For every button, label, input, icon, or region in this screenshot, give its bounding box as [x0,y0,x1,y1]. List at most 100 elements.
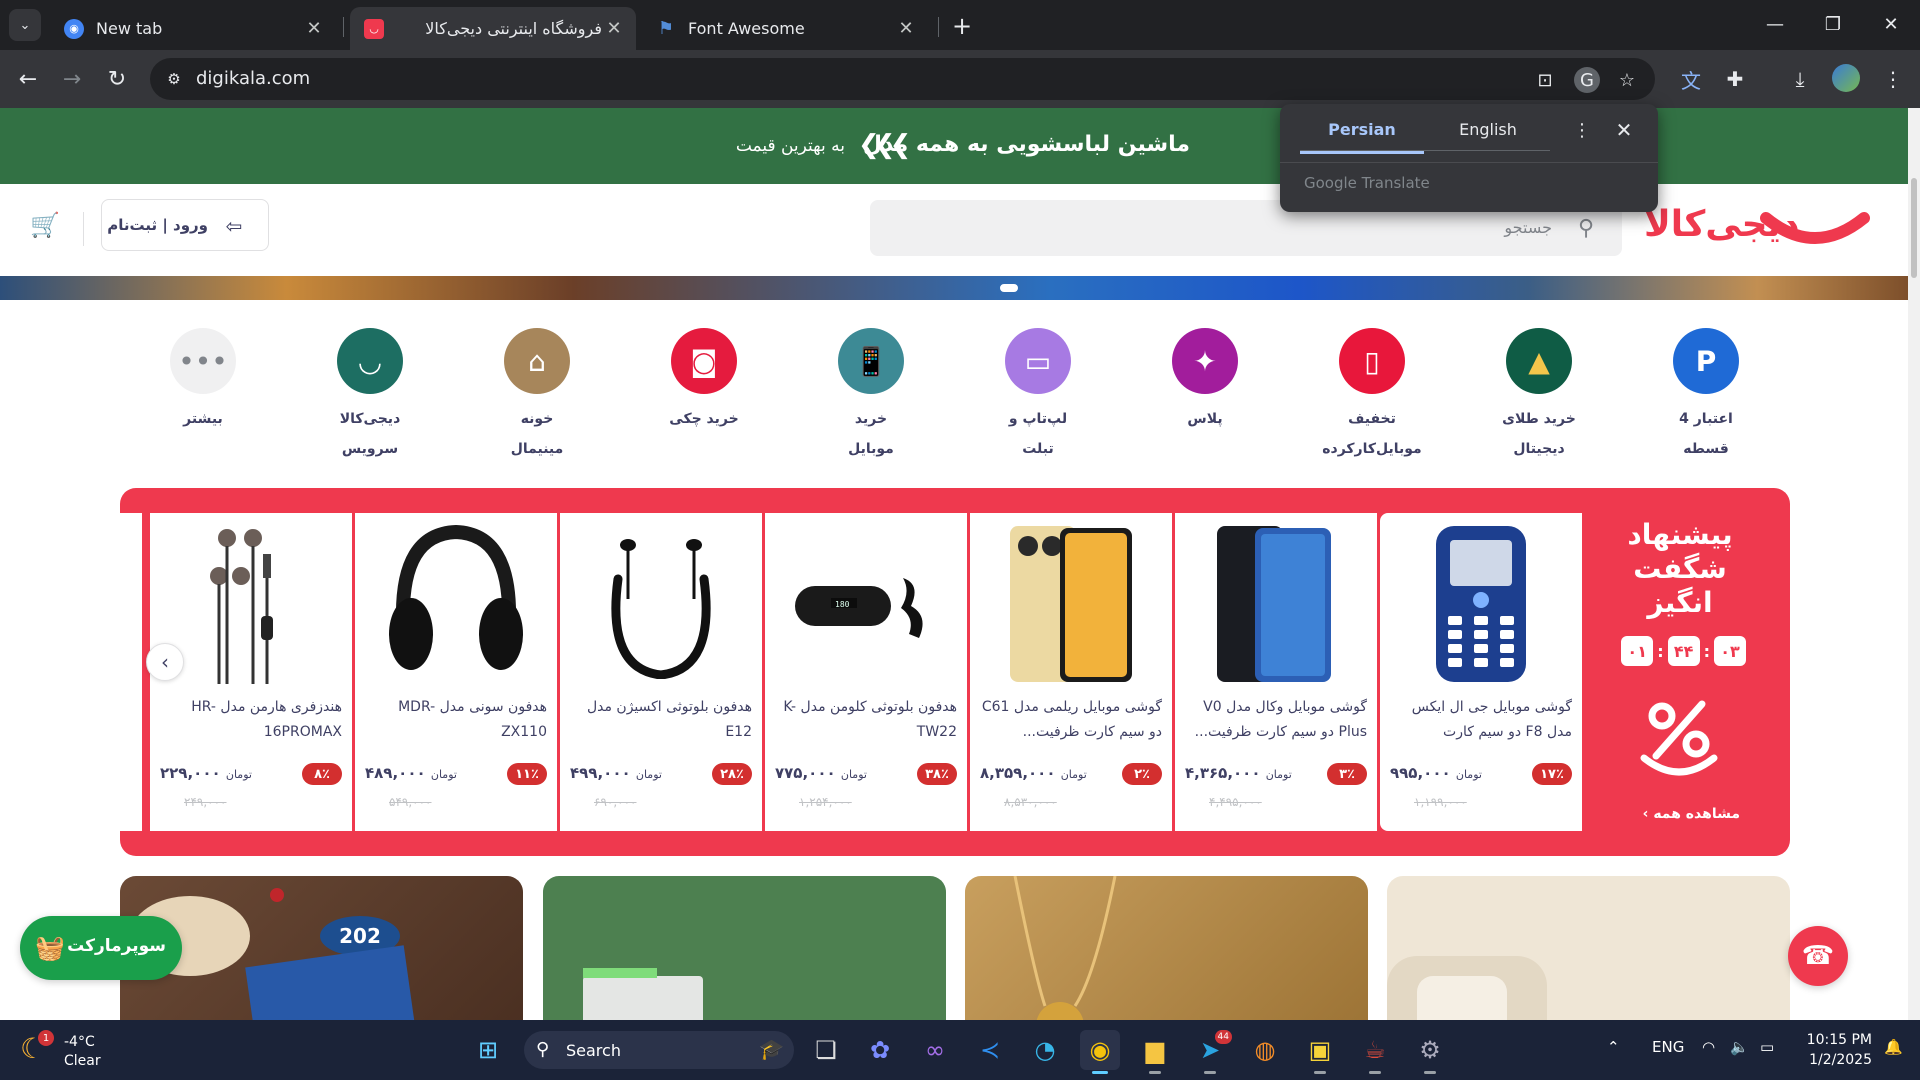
smartphone-black-image [1195,523,1357,685]
tab-font-awesome[interactable]: ⚑ Font Awesome ✕ [642,7,928,50]
product-card[interactable]: گوشی موبایل جی ال ایکس مدل F8 دو سیم کار… [1380,513,1582,831]
category-label: خرید طلای [1502,411,1576,427]
browser-toolbar: ← → ↻ ⚙ digikala.com ⊡ G ☆ 文 ✚ ⤓ ⋮ [0,50,1920,108]
translate-page-icon[interactable]: G [1574,67,1600,93]
language-indicator[interactable]: ENG [1652,1038,1684,1056]
category-plus[interactable]: ✦ پلاس [1135,328,1275,434]
more-dots-icon: ••• [170,328,236,394]
product-name: گوشی موبایل ریلمی مدل C61 دو سیم کارت ظر… [981,699,1162,740]
close-window-button[interactable]: ✕ [1868,8,1914,40]
category-minimal-home[interactable]: ⌂ خونه مینیمال [467,328,607,464]
menu-kebab-icon[interactable]: ⋮ [1878,64,1908,94]
address-bar[interactable]: ⚙ digikala.com ⊡ G ☆ [150,58,1655,100]
visual-studio-icon[interactable]: ∞ [915,1030,955,1070]
settings-gear-icon[interactable]: ⚙ [1410,1030,1450,1074]
new-tab-button[interactable]: + [948,12,976,40]
task-view-icon[interactable]: ❏ [806,1030,846,1070]
url-text[interactable]: digikala.com [196,68,310,89]
old-price: ۵۴۹,۰۰۰ [389,795,432,809]
copilot-icon[interactable]: ✿ [860,1030,900,1070]
product-card[interactable]: هدفون سونی مدل MDR-ZX110 ۱۱٪ ۴۸۹,۰۰۰ توم… [355,513,557,831]
category-used-phones[interactable]: ▯ تخفیف موبایل‌کارکرده [1302,328,1442,464]
source-language-tab[interactable]: Persian [1300,120,1424,154]
jetbrains-icon[interactable]: ▣ [1300,1030,1340,1074]
supermarket-label: سوپرمارکت [67,936,166,956]
timer-seconds: ۰۱ [1621,636,1654,666]
download-icon[interactable]: ⤓ [1785,64,1815,94]
carousel-prev-arrow[interactable]: ‹ [146,643,184,681]
product-card[interactable]: هدفون بلوتوثی اکسیژن مدل E12 ۲۸٪ ۴۹۹,۰۰۰… [560,513,762,831]
weather-condition: Clear [64,1053,101,1069]
more-options-icon[interactable]: ⋮ [1570,118,1594,142]
reload-button[interactable]: ↻ [101,63,133,95]
tab-new-tab[interactable]: ◉ New tab ✕ [50,7,336,50]
file-explorer-icon[interactable]: ▆ [1135,1030,1175,1074]
jewelry-banner[interactable] [965,876,1368,1020]
vscode-icon[interactable]: ≺ [970,1030,1010,1070]
slider-active-dot[interactable] [1000,284,1018,292]
close-icon[interactable]: ✕ [1612,118,1636,142]
product-card-partial[interactable] [120,513,142,831]
discount-badge: ۸٪ [302,763,342,785]
digikala-logo[interactable]: دیجی‌کالا [1640,202,1892,258]
restore-button[interactable]: ❐ [1810,8,1856,40]
close-tab-icon[interactable]: ✕ [894,17,918,41]
product-card[interactable]: گوشی موبایل ریلمی مدل C61 دو سیم کارت ظر… [970,513,1172,831]
smartphone-gold-image [990,523,1152,685]
extensions-puzzle-icon[interactable]: ✚ [1720,64,1750,94]
close-tab-icon[interactable]: ✕ [302,17,326,41]
hero-slider-strip[interactable] [0,276,1910,300]
basket-icon: 🧺 [35,934,65,962]
edge-icon[interactable]: ◔ [1025,1030,1065,1070]
search-icon: ⚲ [1577,215,1595,241]
old-price: ۴,۴۹۵,۰۰۰ [1209,795,1262,809]
bookmark-star-icon[interactable]: ☆ [1614,67,1640,93]
category-more[interactable]: ••• بیشتر [133,328,273,434]
cart-icon[interactable]: 🛒 [28,208,62,242]
battery-icon[interactable]: ▭ [1760,1038,1774,1056]
site-info-icon[interactable]: ⚙ [162,67,186,91]
login-button[interactable]: ⇦ ورود | ثبت‌نام [101,199,269,251]
chrome-icon[interactable]: ◉ [1080,1030,1120,1074]
appliance-banner[interactable] [543,876,946,1020]
product-card[interactable]: 180 هدفون بلوتوثی کلومن مدل K-TW22 ۳۸٪ ۷… [765,513,967,831]
tab-search-button[interactable]: ⌄ [9,9,41,41]
category-installment-credit[interactable]: 𝗣 اعتبار 4 قسطه [1636,328,1776,464]
support-headset-icon[interactable]: ☎ [1788,926,1848,986]
forward-button[interactable]: → [56,63,88,95]
furniture-banner[interactable] [1387,876,1790,1020]
scrollbar-thumb[interactable] [1911,178,1917,278]
page-scrollbar[interactable] [1908,108,1920,1020]
java-icon[interactable]: ☕ [1355,1030,1395,1074]
google-translate-brand: Google Translate [1304,174,1430,192]
close-tab-icon[interactable]: ✕ [602,17,626,41]
category-digikala-service[interactable]: ◡ دیجی‌کالا سرویس [300,328,440,464]
category-digital-gold[interactable]: ▲ خرید طلای دیجیتال [1469,328,1609,464]
google-translate-extension-icon[interactable]: 文 [1676,64,1706,94]
category-buy-mobile[interactable]: 📱 خرید موبایل [801,328,941,464]
telegram-icon[interactable]: ➤ 44 [1190,1030,1232,1074]
tray-chevron-icon[interactable]: ⌃ [1607,1038,1620,1056]
category-laptop-tablet[interactable]: ▭ لپ‌تاپ و تبلت [968,328,1108,464]
firefox-icon[interactable]: ◍ [1245,1030,1285,1070]
minimize-button[interactable]: — [1752,8,1798,40]
product-price: ۹۹۵,۰۰۰ تومان [1390,764,1482,782]
clock[interactable]: 10:15 PM 1/2/2025 [1800,1030,1872,1070]
category-label: خرید [854,411,888,427]
volume-icon[interactable]: 🔈 [1730,1038,1749,1056]
notification-bell-icon[interactable]: 🔔 [1884,1038,1903,1056]
install-app-icon[interactable]: ⊡ [1532,67,1558,93]
taskbar-search[interactable]: ⚲ Search 🎓 [524,1031,794,1069]
target-language-tab[interactable]: English [1426,120,1550,151]
profile-avatar[interactable] [1832,64,1860,92]
wifi-icon[interactable]: ◠ [1702,1038,1715,1056]
back-button[interactable]: ← [12,63,44,95]
banner-row: 202 [120,876,1790,1020]
see-all-link[interactable]: مشاهده همه › [1643,806,1740,822]
tab-digikala[interactable]: ◡ فروشگاه اینترنتی دیجی‌کالا ✕ [350,7,636,50]
category-check-purchase[interactable]: ◙ خرید چکی [634,328,774,434]
start-windows-icon[interactable]: ⊞ [468,1030,508,1070]
product-card[interactable]: گوشی موبایل وکال مدل V0 Plus دو سیم کارت… [1175,513,1377,831]
weather-widget[interactable]: ☾ 1 -4°C Clear [20,1030,140,1074]
supermarket-button[interactable]: سوپرمارکت 🧺 [20,916,182,980]
